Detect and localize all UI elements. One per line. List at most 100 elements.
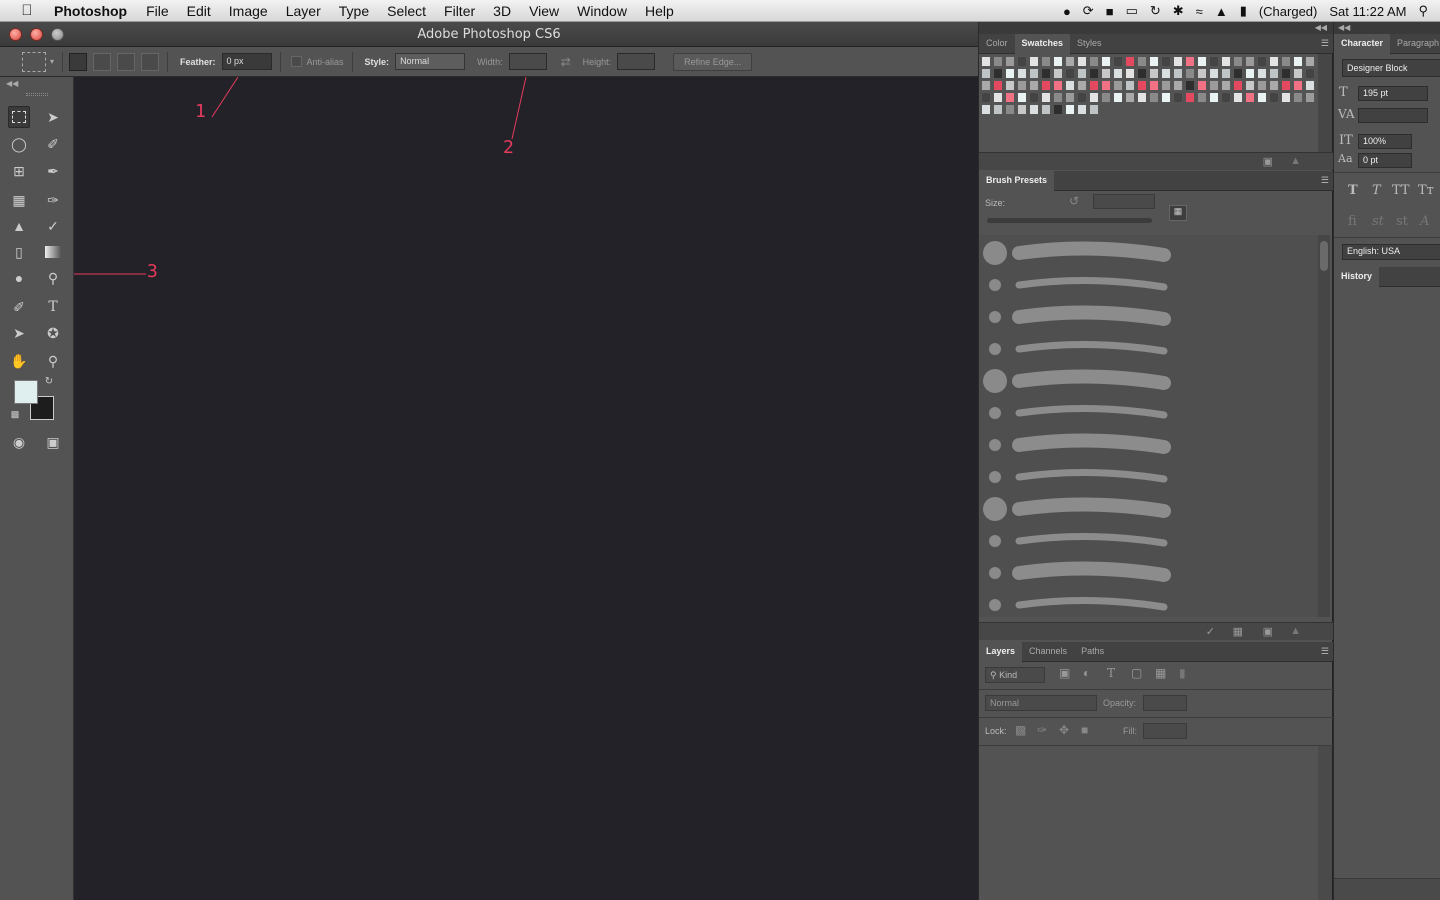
color-swatch[interactable] bbox=[1185, 92, 1195, 103]
color-swatch[interactable] bbox=[1149, 56, 1159, 67]
color-swatch[interactable] bbox=[1041, 56, 1051, 67]
color-swatch[interactable] bbox=[1101, 56, 1111, 67]
color-swatch[interactable] bbox=[1053, 80, 1063, 91]
tab-paths[interactable]: Paths bbox=[1074, 642, 1111, 662]
hand-icon[interactable]: ✋ bbox=[8, 350, 30, 372]
filter-type-icon[interactable]: T bbox=[1107, 666, 1115, 680]
color-swatch[interactable] bbox=[1305, 56, 1315, 67]
color-swatch[interactable] bbox=[1041, 104, 1051, 115]
menu-layer[interactable]: Layer bbox=[277, 3, 330, 19]
fill-input[interactable] bbox=[1143, 723, 1187, 739]
add-selection-icon[interactable] bbox=[93, 52, 112, 71]
rectangular-marquee-icon[interactable] bbox=[8, 106, 30, 128]
style-select[interactable]: Normal bbox=[395, 53, 466, 70]
color-swatch[interactable] bbox=[1137, 68, 1147, 79]
vertical-scale-input[interactable]: 100% bbox=[1358, 134, 1412, 149]
color-swatch[interactable] bbox=[1293, 68, 1303, 79]
swash-icon[interactable]: st bbox=[1396, 214, 1408, 229]
color-swatch[interactable] bbox=[1257, 56, 1267, 67]
color-swatch[interactable] bbox=[1245, 80, 1255, 91]
tab-character[interactable]: Character bbox=[1334, 34, 1391, 54]
refine-edge-button[interactable]: Refine Edge... bbox=[673, 52, 753, 71]
color-swatch[interactable] bbox=[1149, 68, 1159, 79]
quick-mask-icon[interactable]: ◉ bbox=[8, 431, 30, 453]
font-family-select[interactable]: Designer Block bbox=[1342, 59, 1440, 77]
color-swatch[interactable] bbox=[1137, 56, 1147, 67]
width-input[interactable] bbox=[508, 53, 547, 70]
filter-smart-icon[interactable]: ▦ bbox=[1155, 666, 1166, 680]
color-swatch[interactable] bbox=[1185, 68, 1195, 79]
color-swatch[interactable] bbox=[1209, 56, 1219, 67]
color-swatch[interactable] bbox=[1185, 80, 1195, 91]
color-swatch[interactable] bbox=[1269, 56, 1279, 67]
collapse-dock-icon[interactable]: ◀◀ bbox=[1315, 23, 1327, 32]
display-icon[interactable]: ▭ bbox=[1126, 3, 1138, 19]
lock-transparent-icon[interactable]: ▩ bbox=[1015, 723, 1026, 737]
menu-image[interactable]: Image bbox=[220, 3, 277, 19]
new-swatch-icon[interactable]: ▣ bbox=[1263, 155, 1273, 168]
dodge-icon[interactable]: ⚲ bbox=[42, 267, 64, 289]
color-swatch[interactable] bbox=[1233, 68, 1243, 79]
color-swatch[interactable] bbox=[1065, 80, 1075, 91]
brush-view-icon[interactable]: ✓ bbox=[1206, 625, 1215, 638]
color-swatch[interactable] bbox=[1173, 56, 1183, 67]
color-swatch[interactable] bbox=[981, 92, 991, 103]
color-swatch[interactable] bbox=[1089, 104, 1099, 115]
color-swatch[interactable] bbox=[1281, 56, 1291, 67]
color-swatch[interactable] bbox=[1005, 56, 1015, 67]
crop-icon[interactable]: ⊞ bbox=[8, 160, 30, 182]
kind-filter[interactable]: ⚲ Kind bbox=[985, 667, 1045, 683]
ligature-icon[interactable]: fi bbox=[1348, 214, 1357, 229]
color-swatch[interactable] bbox=[1077, 56, 1087, 67]
language-select[interactable]: English: USA bbox=[1342, 244, 1440, 260]
color-swatch[interactable] bbox=[1101, 92, 1111, 103]
color-swatch[interactable] bbox=[1137, 92, 1147, 103]
apple-icon[interactable]:  bbox=[0, 2, 54, 19]
screen-mode-icon[interactable]: ▣ bbox=[42, 431, 64, 453]
color-swatch[interactable] bbox=[1281, 92, 1291, 103]
color-swatch[interactable] bbox=[1209, 92, 1219, 103]
color-swatch[interactable] bbox=[993, 68, 1003, 79]
color-swatch[interactable] bbox=[1173, 68, 1183, 79]
lock-paint-icon[interactable]: ✑ bbox=[1037, 723, 1047, 737]
color-swatch[interactable] bbox=[1245, 56, 1255, 67]
tab-history[interactable]: History bbox=[1334, 267, 1380, 287]
color-swatch[interactable] bbox=[1077, 80, 1087, 91]
menu-select[interactable]: Select bbox=[378, 3, 435, 19]
move-tool-icon[interactable]: ➤ bbox=[42, 106, 64, 128]
color-swatch[interactable] bbox=[1029, 80, 1039, 91]
layers-list[interactable] bbox=[979, 746, 1319, 900]
preset-dropdown-icon[interactable]: ▾ bbox=[50, 57, 54, 66]
healing-brush-icon[interactable]: ▦ bbox=[8, 189, 30, 211]
color-swatch[interactable] bbox=[1101, 80, 1111, 91]
color-swatch[interactable] bbox=[1305, 68, 1315, 79]
menu-edit[interactable]: Edit bbox=[178, 3, 220, 19]
stylistic-alt-icon[interactable]: A bbox=[1420, 214, 1429, 229]
color-swatch[interactable] bbox=[1017, 80, 1027, 91]
canvas-area[interactable]: 1 2 3 bbox=[74, 77, 978, 900]
color-swatch[interactable] bbox=[1161, 56, 1171, 67]
menu-filter[interactable]: Filter bbox=[435, 3, 484, 19]
color-swatch[interactable] bbox=[1041, 68, 1051, 79]
tab-channels[interactable]: Channels bbox=[1022, 642, 1074, 662]
color-swatch[interactable] bbox=[1197, 68, 1207, 79]
collapse-icon[interactable]: ◀◀ bbox=[6, 79, 18, 88]
color-swatch[interactable] bbox=[1173, 80, 1183, 91]
brush-size-slider[interactable] bbox=[987, 218, 1152, 223]
toggle-brush-panel-icon[interactable]: ▦ bbox=[1169, 205, 1187, 221]
history-brush-icon[interactable]: ✓ bbox=[42, 215, 64, 237]
feather-input[interactable]: 0 px bbox=[221, 53, 272, 70]
swap-colors-icon[interactable]: ↻ bbox=[42, 374, 56, 388]
default-colors-icon[interactable]: ▩ bbox=[8, 407, 22, 421]
clock[interactable]: Sat 11:22 AM bbox=[1329, 4, 1406, 19]
lock-all-icon[interactable]: ■ bbox=[1081, 723, 1088, 737]
color-swatch[interactable] bbox=[1197, 80, 1207, 91]
swatch-grid[interactable] bbox=[979, 54, 1319, 116]
path-selection-icon[interactable]: ➤ bbox=[8, 322, 30, 344]
small-caps-icon[interactable]: Tт bbox=[1418, 183, 1434, 198]
brush-size-input[interactable] bbox=[1093, 194, 1155, 209]
color-swatch[interactable] bbox=[1005, 92, 1015, 103]
brush-list[interactable] bbox=[979, 235, 1319, 617]
lock-position-icon[interactable]: ✥ bbox=[1059, 723, 1069, 737]
sync-icon[interactable]: ⟳ bbox=[1083, 3, 1094, 19]
